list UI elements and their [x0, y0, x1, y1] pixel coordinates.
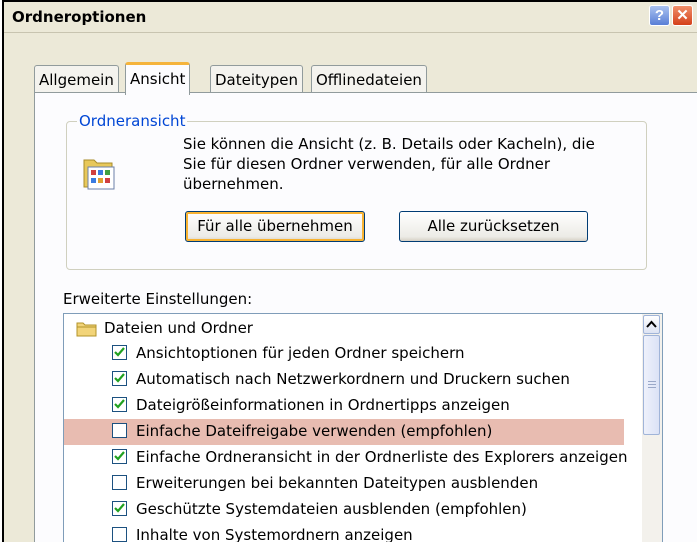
checkmark-icon	[114, 451, 125, 461]
list-item-label: Geschützte Systemdateien ausblenden (emp…	[136, 500, 527, 518]
list-item-label: Inhalte von Systemordnern anzeigen	[136, 526, 413, 542]
vertical-scrollbar[interactable]	[642, 314, 662, 542]
grip-line	[648, 384, 656, 385]
title-bar: Ordneroptionen ? ✕	[4, 2, 697, 33]
help-icon: ?	[654, 7, 665, 24]
checkbox[interactable]	[112, 345, 127, 360]
checkmark-icon	[114, 503, 125, 513]
list-item[interactable]: Einfache Dateifreigabe verwenden (empfoh…	[64, 419, 624, 445]
window-title: Ordneroptionen	[12, 8, 147, 26]
tab-general[interactable]: Allgemein	[34, 65, 119, 93]
apply-to-all-folders-button[interactable]: Für alle übernehmen	[185, 211, 365, 242]
checkbox[interactable]	[112, 423, 127, 438]
folder-icon	[76, 321, 98, 341]
tab-panel-view: Ordneransicht Sie können die Ansicht (z.…	[34, 92, 697, 542]
checkbox[interactable]	[112, 527, 127, 542]
grip-line	[648, 381, 656, 382]
list-item[interactable]: Inhalte von Systemordnern anzeigen	[64, 523, 624, 542]
list-item[interactable]: Ansichtoptionen für jeden Ordner speiche…	[64, 341, 624, 367]
folder-options-window: Ordneroptionen ? ✕ Allgemein Ansicht Dat…	[2, 0, 697, 542]
tab-label: Offlinedateien	[316, 71, 422, 89]
list-category[interactable]: Dateien und Ordner	[64, 316, 624, 342]
close-icon: ✕	[676, 7, 689, 24]
list-item[interactable]: Erweiterungen bei bekannten Dateitypen a…	[64, 471, 624, 497]
tab-offline-files[interactable]: Offlinedateien	[311, 65, 427, 93]
tab-label: Dateitypen	[215, 71, 299, 89]
checkmark-icon	[114, 347, 125, 357]
tab-label: Allgemein	[39, 71, 114, 89]
grip-line	[648, 387, 656, 388]
list-item[interactable]: Geschützte Systemdateien ausblenden (emp…	[64, 497, 624, 523]
scroll-up-button[interactable]	[643, 315, 660, 334]
list-item[interactable]: Einfache Ordneransicht in der Ordnerlist…	[64, 445, 628, 471]
folder-view-group: Ordneransicht Sie können die Ansicht (z.…	[66, 112, 647, 270]
tab-label: Ansicht	[130, 70, 186, 88]
advanced-settings-list[interactable]: Dateien und Ordner Ansichtoptionen für j…	[63, 313, 663, 542]
list-item-label: Einfache Ordneransicht in der Ordnerlist…	[136, 448, 628, 466]
close-button[interactable]: ✕	[672, 5, 693, 26]
tab-view[interactable]: Ansicht	[125, 62, 191, 95]
scroll-thumb[interactable]	[643, 335, 660, 435]
folder-view-description: Sie können die Ansicht (z. B. Details od…	[183, 135, 595, 193]
list-item[interactable]: Automatisch nach Netzwerkordnern und Dru…	[64, 367, 624, 393]
checkbox[interactable]	[112, 501, 127, 516]
list-item[interactable]: Dateigrößeinformationen in Ordnertipps a…	[64, 393, 624, 419]
help-button[interactable]: ?	[649, 5, 670, 26]
checkbox[interactable]	[112, 371, 127, 386]
checkmark-icon	[114, 399, 125, 409]
checkbox[interactable]	[112, 475, 127, 490]
advanced-settings-label: Erweiterte Einstellungen:	[63, 290, 253, 308]
tab-file-types[interactable]: Dateitypen	[210, 65, 304, 93]
category-label: Dateien und Ordner	[104, 319, 253, 337]
list-item-label: Dateigrößeinformationen in Ordnertipps a…	[136, 396, 510, 414]
folder-view-icon	[82, 152, 118, 192]
checkmark-icon	[114, 373, 125, 383]
list-item-label: Einfache Dateifreigabe verwenden (empfoh…	[136, 422, 493, 440]
list-item-label: Automatisch nach Netzwerkordnern und Dru…	[136, 370, 570, 388]
chevron-up-icon	[646, 320, 657, 328]
list-item-label: Ansichtoptionen für jeden Ordner speiche…	[136, 344, 465, 362]
checkbox[interactable]	[112, 449, 127, 464]
checkbox[interactable]	[112, 397, 127, 412]
folder-view-legend: Ordneransicht	[77, 112, 188, 130]
reset-all-folders-button[interactable]: Alle zurücksetzen	[399, 211, 588, 242]
list-item-label: Erweiterungen bei bekannten Dateitypen a…	[136, 474, 539, 492]
